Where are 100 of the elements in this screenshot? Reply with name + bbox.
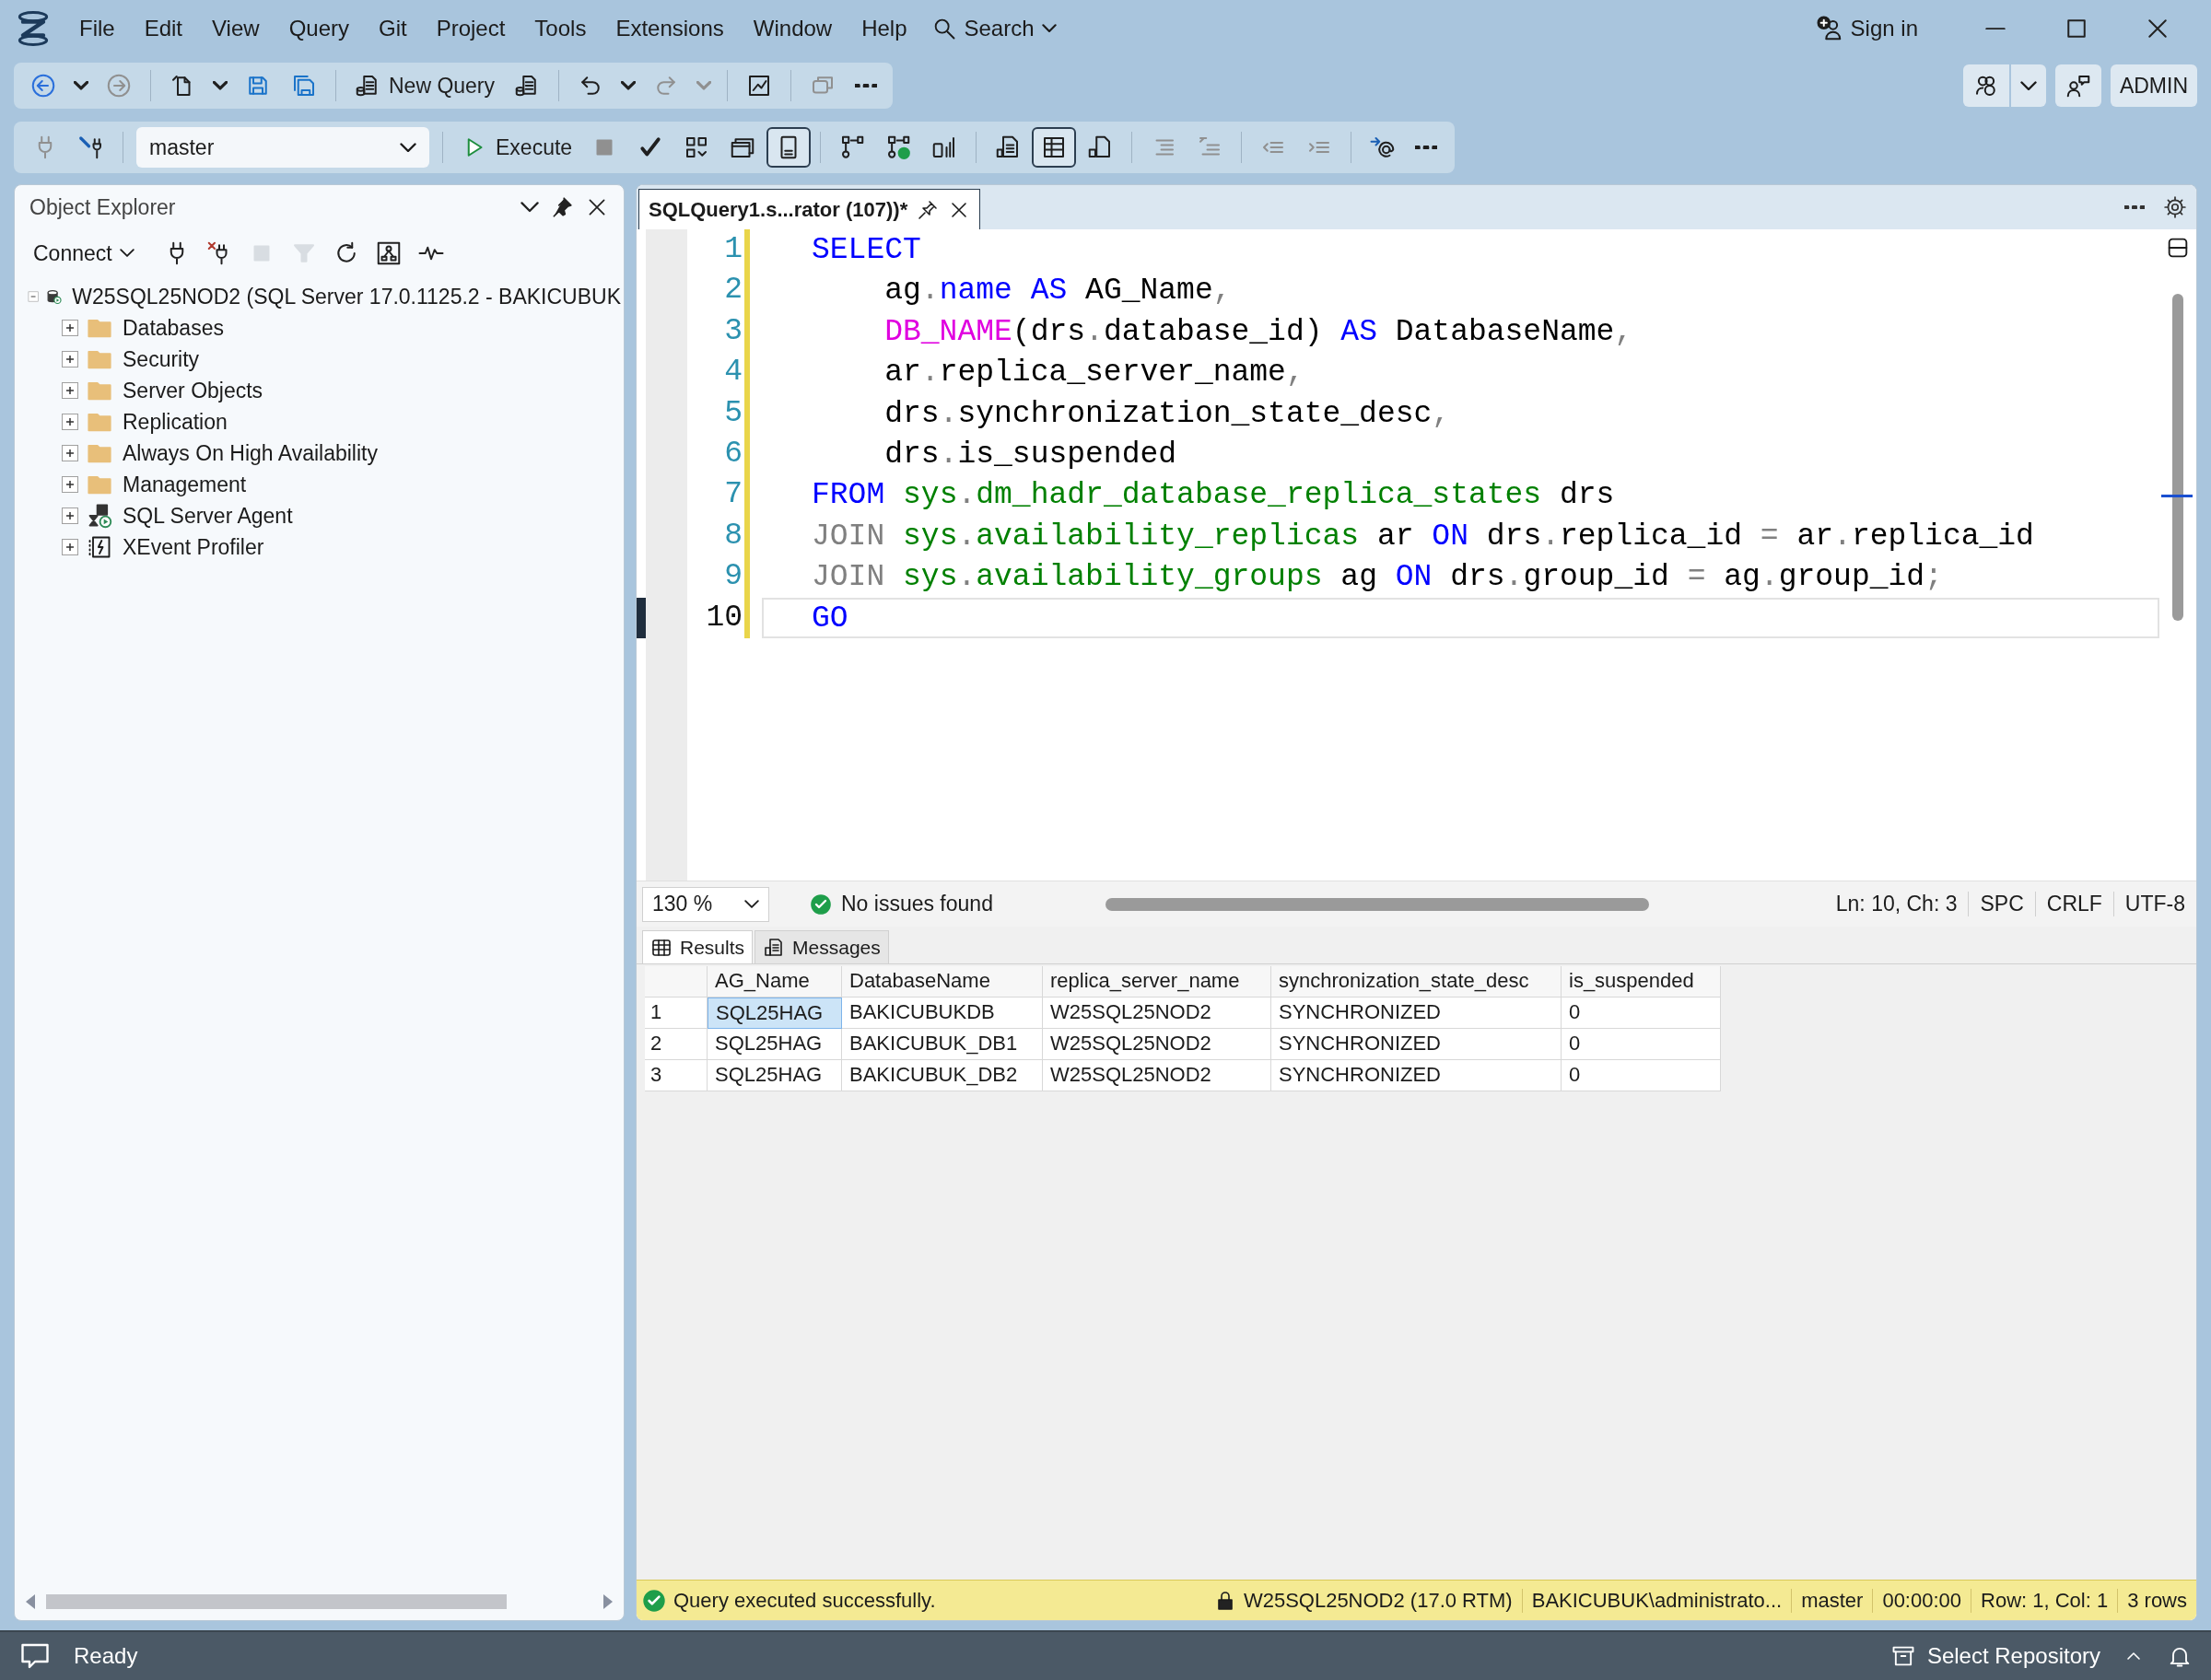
- code-line: JOIN sys.availability_groups ag ON drs.group_id = ag.group_id;: [811, 559, 1944, 597]
- line-number: 10: [705, 599, 743, 636]
- menu-item[interactable]: Window: [738, 10, 848, 47]
- people-button[interactable]: [1962, 64, 2009, 107]
- tree-item[interactable]: Always On High Availability: [120, 440, 380, 466]
- user-name: BAKICUBUK\administrato...: [1521, 1588, 1792, 1613]
- check-circle-icon: [810, 892, 832, 916]
- document-tab[interactable]: SQLQuery1.s...rator (107))*: [638, 189, 981, 229]
- more-icon: [2124, 204, 2145, 210]
- lightning-document-icon: [87, 534, 112, 560]
- scrollbar-thumb[interactable]: [46, 1594, 507, 1609]
- scrollbar-thumb[interactable]: [1105, 897, 1649, 911]
- play-button[interactable]: Execute: [452, 127, 581, 168]
- expand-icon[interactable]: [61, 350, 79, 368]
- expand-icon[interactable]: [61, 413, 79, 431]
- table-cell[interactable]: SYNCHRONIZED: [1271, 1029, 1562, 1060]
- account-button[interactable]: ADMIN: [2110, 64, 2197, 107]
- row-number: 3: [645, 1060, 708, 1091]
- expand-icon[interactable]: [61, 538, 79, 556]
- panel-button[interactable]: [766, 127, 812, 168]
- table-cell[interactable]: BAKICUBUK_DB1: [842, 1029, 1043, 1060]
- table-cell[interactable]: W25SQL25NOD2: [1043, 1029, 1271, 1060]
- column-header[interactable]: DatabaseName: [842, 966, 1043, 998]
- tree-item[interactable]: Management: [120, 472, 250, 497]
- table-cell[interactable]: SYNCHRONIZED: [1271, 998, 1562, 1029]
- table-cell[interactable]: 0: [1562, 1029, 1721, 1060]
- tree-item[interactable]: SQL Server Agent: [120, 503, 296, 529]
- status-message: Query executed successfully.: [673, 1588, 936, 1613]
- scrollbar-thumb[interactable]: [2172, 294, 2183, 621]
- column-header[interactable]: synchronization_state_desc: [1271, 966, 1562, 998]
- person-add-icon: [1815, 15, 1843, 42]
- expand-icon[interactable]: [61, 381, 79, 400]
- table-cell[interactable]: W25SQL25NOD2: [1043, 998, 1271, 1029]
- database-document-button[interactable]: New Query: [345, 65, 504, 106]
- expand-icon[interactable]: [61, 475, 79, 494]
- encoding[interactable]: UTF-8: [2112, 892, 2196, 916]
- database-name: master: [1791, 1588, 1873, 1613]
- table-cell[interactable]: SQL25HAG: [708, 998, 842, 1029]
- table-cell[interactable]: 0: [1562, 1060, 1721, 1091]
- code-line: SELECT: [811, 232, 922, 269]
- column-header[interactable]: is_suspended: [1562, 966, 1721, 998]
- table-cell[interactable]: W25SQL25NOD2: [1043, 1060, 1271, 1091]
- expand-icon[interactable]: [61, 507, 79, 525]
- menu-item[interactable]: View: [197, 10, 275, 47]
- menu-item[interactable]: Edit: [129, 10, 198, 47]
- table-cell[interactable]: SQL25HAG: [708, 1029, 842, 1060]
- scroll-left-icon[interactable]: [24, 1592, 37, 1611]
- hourglass-icon: [87, 503, 112, 529]
- tree-item[interactable]: XEvent Profiler: [120, 534, 267, 560]
- cell-position: Row: 1, Col: 1: [1971, 1588, 2118, 1613]
- tree-item[interactable]: W25SQL25NOD2 (SQL Server 17.0.1125.2 - BAKICUBUK: [69, 284, 624, 309]
- menu-item[interactable]: Help: [847, 10, 922, 47]
- code-line: ag.name AS AG_Name,: [883, 273, 1233, 310]
- line-endings[interactable]: CRLF: [2034, 892, 2113, 916]
- code-line: drs.is_suspended: [883, 436, 1178, 473]
- row-count: 3 rows: [2117, 1588, 2196, 1613]
- search-button[interactable]: Search: [921, 10, 1066, 47]
- expand-icon[interactable]: [61, 444, 79, 462]
- table-cell[interactable]: 0: [1562, 998, 1721, 1029]
- tree-item[interactable]: Server Objects: [120, 378, 266, 403]
- expand-icon[interactable]: [61, 319, 79, 337]
- results-tab[interactable]: Messages: [755, 930, 889, 963]
- line-number: 4: [723, 354, 743, 391]
- column-header[interactable]: replica_server_name: [1043, 966, 1271, 998]
- sign-in-button[interactable]: Sign in: [1815, 15, 1918, 42]
- caret-icon: [400, 142, 416, 153]
- menu-item[interactable]: File: [64, 10, 130, 47]
- indent-mode[interactable]: SPC: [1968, 892, 2035, 916]
- minimize-icon: [1985, 27, 2006, 30]
- caret-icon: [2019, 80, 2037, 91]
- menu-item[interactable]: Query: [274, 10, 364, 47]
- line-number: 2: [723, 272, 743, 309]
- table-cell[interactable]: SYNCHRONIZED: [1271, 1060, 1562, 1091]
- code-line: drs.synchronization_state_desc,: [883, 395, 1452, 433]
- scroll-right-icon[interactable]: [602, 1592, 614, 1611]
- column-header[interactable]: AG_Name: [708, 966, 842, 998]
- connect-button[interactable]: Connect: [26, 237, 142, 270]
- repository-button[interactable]: Select Repository: [1889, 1643, 2100, 1669]
- results-tab[interactable]: Results: [642, 930, 754, 963]
- zoom-dropdown[interactable]: 130 %: [642, 886, 769, 922]
- table-cell[interactable]: BAKICUBUKDB: [842, 998, 1043, 1029]
- line-number: 3: [723, 312, 743, 350]
- table-cell[interactable]: SQL25HAG: [708, 1060, 842, 1091]
- tree-item[interactable]: Databases: [120, 315, 227, 341]
- menu-item[interactable]: Tools: [520, 10, 602, 47]
- caret-icon: [696, 81, 712, 90]
- line-number: 6: [723, 435, 743, 472]
- tree-item[interactable]: Security: [120, 346, 203, 372]
- menu-item[interactable]: Project: [421, 10, 521, 47]
- menu-item[interactable]: Git: [364, 10, 422, 47]
- person-chat-button[interactable]: [2054, 64, 2101, 107]
- menu-item[interactable]: Extensions: [601, 10, 739, 47]
- database-dropdown[interactable]: master: [136, 127, 429, 168]
- tree-item[interactable]: Replication: [120, 409, 230, 435]
- code-line: FROM sys.dm_hadr_database_replica_states drs: [811, 477, 1616, 515]
- table-cell[interactable]: BAKICUBUK_DB2: [842, 1060, 1043, 1091]
- line-number: 5: [723, 394, 743, 432]
- table-button[interactable]: [1032, 127, 1077, 168]
- caret-button[interactable]: [2009, 64, 2046, 107]
- caret-icon: [621, 81, 637, 90]
